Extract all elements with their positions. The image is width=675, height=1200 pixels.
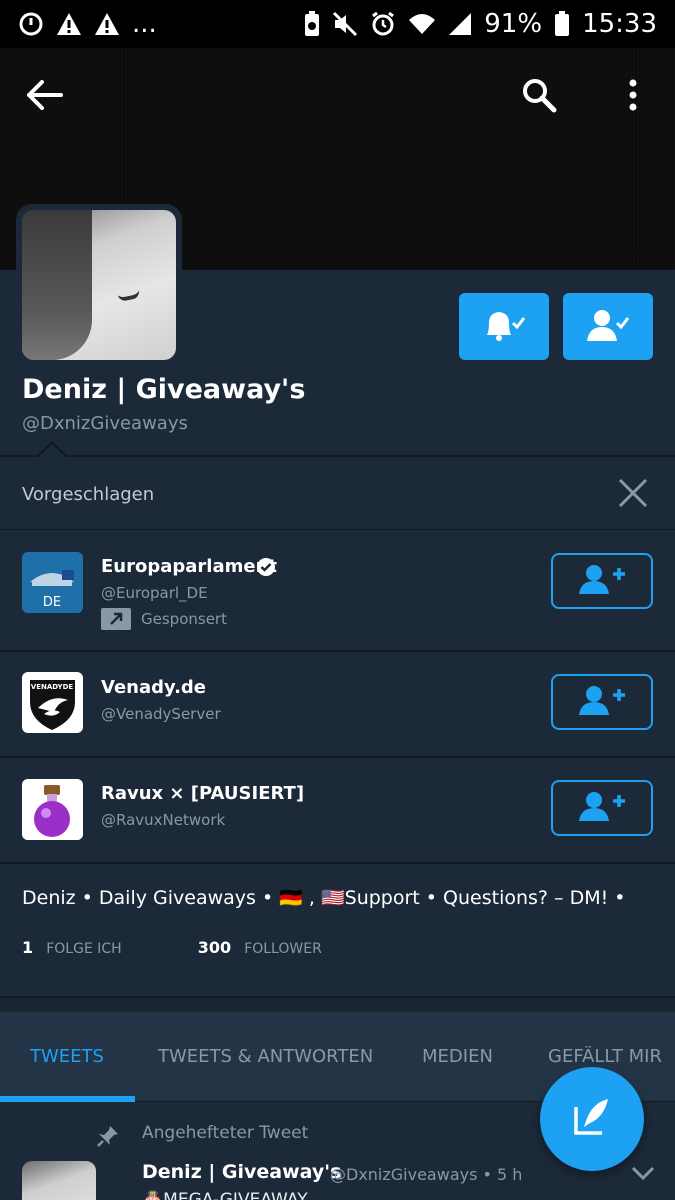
promoted-icon [101,608,131,630]
account-avatar[interactable]: DE [22,552,83,613]
account-name: Europaparlament [101,556,277,577]
profile-avatar[interactable] [16,204,182,366]
pinned-label: Angehefteter Tweet [142,1123,309,1143]
tab-likes[interactable]: GEFÄLLT MIR [548,1046,675,1067]
add-user-icon [578,684,626,720]
following-stat[interactable]: 1 FOLGE ICH [22,938,122,957]
followers-count: 300 [197,938,232,957]
wifi-icon [408,12,436,36]
sync-icon [18,11,44,37]
add-user-icon [578,790,626,826]
back-button[interactable] [22,74,68,120]
suggestion-row[interactable]: Ravux × [PAUSIERT] @RavuxNetwork [0,758,675,864]
compose-icon [570,1095,614,1143]
battery-saver-icon [304,11,320,37]
follow-button[interactable] [551,780,653,836]
tweet-author-avatar[interactable] [22,1161,96,1200]
profile-stats: 1 FOLGE ICH 300 FOLLOWER [22,938,322,957]
following-label: FOLGE ICH [46,941,122,957]
pin-icon [96,1124,120,1148]
status-bar: ... 91% 15:33 [0,0,675,48]
tweet-text: 🎂MEGA-GIVEAWAY [142,1190,308,1200]
alarm-icon [370,11,396,37]
avatar-image [22,210,176,360]
compose-tweet-button[interactable] [540,1067,644,1171]
tweet-author-meta: @DxnizGiveaways • 5 h [330,1165,523,1184]
account-avatar[interactable]: VENADYDE [22,672,83,733]
follow-button[interactable] [551,553,653,609]
search-icon [521,77,557,117]
tab-tweets-and-replies[interactable]: TWEETS & ANTWORTEN [158,1046,373,1067]
promoted-label: Gesponsert [141,610,227,628]
status-overflow: ... [132,9,157,39]
account-handle: @Europarl_DE [101,584,208,602]
user-check-icon [585,307,631,347]
section-divider [0,996,675,1012]
battery-icon [554,11,570,37]
battery-percent: 91% [484,9,543,39]
mute-icon [332,11,358,37]
dismiss-suggestions-button[interactable] [616,476,650,510]
more-options-button[interactable] [610,74,656,120]
bell-check-icon [481,307,527,347]
account-handle: @VenadyServer [101,705,221,723]
account-handle: @RavuxNetwork [101,811,226,829]
followers-stat[interactable]: 300 FOLLOWER [198,938,322,957]
svg-text:VENADYDE: VENADYDE [31,683,74,691]
profile-display-name: Deniz | Giveaway's [22,374,306,405]
warning-icon [94,12,120,36]
suggestion-row[interactable]: VENADYDE Venady.de @VenadyServer [0,652,675,758]
svg-text:DE: DE [43,595,61,610]
following-count: 1 [22,938,34,957]
account-name: Ravux × [PAUSIERT] [101,783,305,804]
tab-media[interactable]: MEDIEN [422,1046,493,1067]
tab-tweets[interactable]: TWEETS [30,1046,104,1067]
account-name: Venady.de [101,677,207,698]
follow-button[interactable] [551,674,653,730]
close-icon [616,478,650,514]
clock: 15:33 [582,9,657,39]
chevron-down-icon[interactable] [630,1164,656,1182]
warning-icon [56,12,82,36]
promoted-indicator: Gesponsert [101,608,227,630]
more-vertical-icon [628,79,638,115]
signal-icon [448,12,472,36]
tweet-author-name: Deniz | Giveaway's [142,1161,342,1183]
search-button[interactable] [516,74,562,120]
following-button[interactable] [563,293,653,360]
add-user-icon [578,563,626,599]
profile-bio: Deniz • Daily Giveaways • 🇩🇪 , 🇺🇸Support… [22,887,626,909]
suggestions-title: Vorgeschlagen [22,484,155,505]
followers-label: FOLLOWER [244,941,322,957]
account-avatar[interactable] [22,779,83,840]
verified-badge-icon [256,557,276,581]
profile-handle: @DxnizGiveaways [22,413,188,434]
notifications-button[interactable] [459,293,549,360]
suggestion-row[interactable]: DE Europaparlament @Europarl_DE Gesponse… [0,531,675,652]
back-arrow-icon [27,80,63,114]
